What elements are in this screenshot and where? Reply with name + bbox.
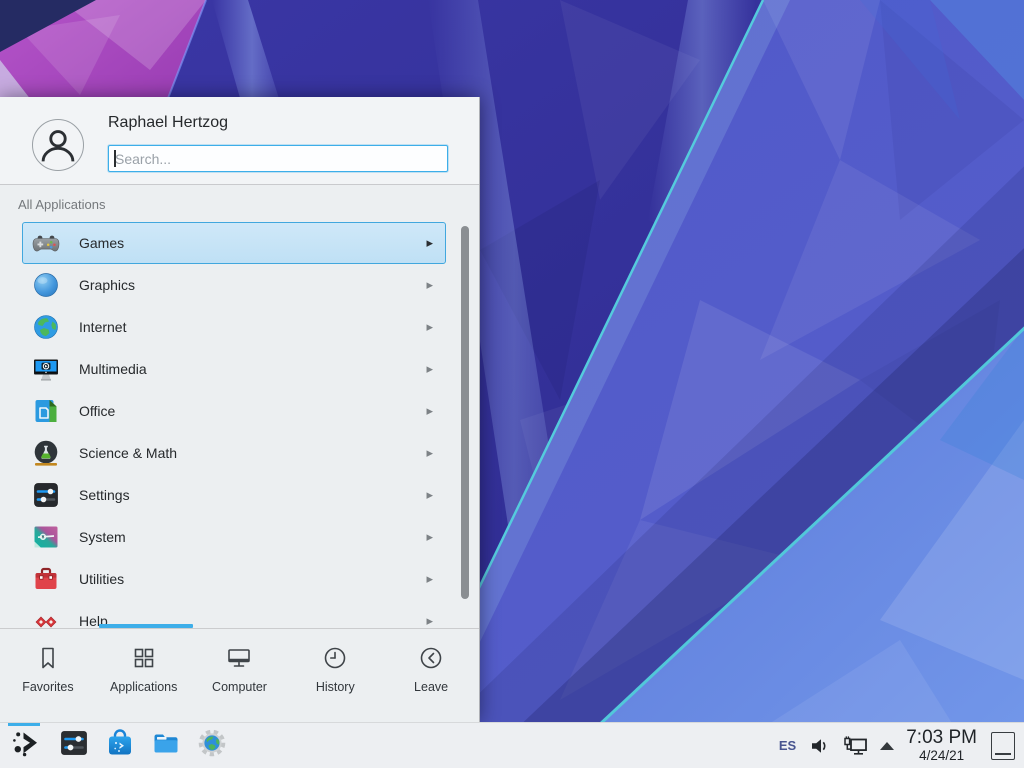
category-label: Games <box>79 235 426 251</box>
office-icon <box>32 397 60 425</box>
submenu-arrow-icon: ▸ <box>426 571 433 587</box>
category-item-system[interactable]: System ▸ <box>22 516 446 558</box>
clock[interactable]: 7:03 PM 4/24/21 <box>906 728 977 762</box>
list-scrollbar[interactable] <box>461 226 469 599</box>
system-settings-icon <box>59 728 89 763</box>
applications-icon <box>131 645 157 671</box>
category-label: Graphics <box>79 277 426 293</box>
category-item-games[interactable]: Games ▸ <box>22 222 446 264</box>
games-icon <box>32 229 60 257</box>
tab-label: History <box>316 680 355 694</box>
tab-history[interactable]: History <box>287 629 383 722</box>
category-label: Internet <box>79 319 426 335</box>
category-item-utilities[interactable]: Utilities ▸ <box>22 558 446 600</box>
taskbar-browser-button[interactable] <box>196 723 228 768</box>
tab-label: Favorites <box>22 680 73 694</box>
settings-icon <box>32 481 60 509</box>
user-name: Raphael Hertzog <box>108 114 228 132</box>
category-item-science-math[interactable]: Science & Math ▸ <box>22 432 446 474</box>
launcher-header: Raphael Hertzog <box>0 97 479 185</box>
show-desktop-line <box>995 753 1011 755</box>
science-icon <box>32 439 60 467</box>
discover-icon <box>105 728 135 763</box>
submenu-arrow-icon: ▸ <box>426 613 433 628</box>
tab-applications[interactable]: Applications <box>96 629 192 722</box>
category-label: Settings <box>79 487 426 503</box>
launcher-tab-bar: Favorites Applications <box>0 628 479 722</box>
taskbar-file-manager-button[interactable] <box>150 723 182 768</box>
computer-icon <box>226 645 252 671</box>
multimedia-icon <box>32 355 60 383</box>
system-icon <box>32 523 60 551</box>
keyboard-layout-indicator[interactable]: ES <box>779 738 796 753</box>
category-label: Utilities <box>79 571 426 587</box>
tab-leave[interactable]: Leave <box>383 629 479 722</box>
internet-icon <box>32 313 60 341</box>
tab-label: Computer <box>212 680 267 694</box>
category-item-multimedia[interactable]: Multimedia ▸ <box>22 348 446 390</box>
category-item-graphics[interactable]: Graphics ▸ <box>22 264 446 306</box>
favorites-icon <box>35 645 61 671</box>
taskbar-discover-button[interactable] <box>104 723 136 768</box>
clock-date: 4/24/21 <box>919 749 964 763</box>
tray-expander-arrow[interactable] <box>880 742 894 750</box>
kde-menu-icon <box>10 728 40 763</box>
tab-computer[interactable]: Computer <box>192 629 288 722</box>
category-item-help[interactable]: Help ▸ <box>22 600 446 628</box>
system-tray: ES 7:03 PM <box>779 723 1024 768</box>
active-task-indicator <box>8 723 40 726</box>
section-label-all-applications: All Applications <box>18 197 105 212</box>
dolphin-folder-icon <box>151 728 181 763</box>
category-label: Multimedia <box>79 361 426 377</box>
category-label: Office <box>79 403 426 419</box>
category-item-office[interactable]: Office ▸ <box>22 390 446 432</box>
utilities-icon <box>32 565 60 593</box>
taskbar-launcher-button[interactable] <box>6 723 44 768</box>
volume-icon[interactable] <box>809 735 831 757</box>
clock-time: 7:03 PM <box>906 728 977 747</box>
submenu-arrow-icon: ▸ <box>426 445 433 461</box>
leave-icon <box>418 645 444 671</box>
category-item-internet[interactable]: Internet ▸ <box>22 306 446 348</box>
help-icon <box>32 607 60 628</box>
show-desktop-button[interactable] <box>991 732 1015 760</box>
category-label: System <box>79 529 426 545</box>
tab-favorites[interactable]: Favorites <box>0 629 96 722</box>
history-icon <box>322 645 348 671</box>
tab-label: Applications <box>110 680 177 694</box>
submenu-arrow-icon: ▸ <box>426 403 433 419</box>
network-icon[interactable] <box>842 733 869 759</box>
user-avatar-icon[interactable] <box>32 119 84 171</box>
category-item-settings[interactable]: Settings ▸ <box>22 474 446 516</box>
tab-label: Leave <box>414 680 448 694</box>
submenu-arrow-icon: ▸ <box>426 235 433 251</box>
submenu-arrow-icon: ▸ <box>426 361 433 377</box>
desktop: Raphael Hertzog All Applications <box>0 0 1024 768</box>
category-list: Games ▸ Graphics ▸ <box>0 222 479 628</box>
text-caret <box>114 150 116 167</box>
konqueror-globe-gear-icon <box>197 728 227 763</box>
taskbar: ES 7:03 PM <box>0 722 1024 768</box>
graphics-icon <box>32 271 60 299</box>
submenu-arrow-icon: ▸ <box>426 487 433 503</box>
app-launcher-panel: Raphael Hertzog All Applications <box>0 97 480 722</box>
taskbar-system-settings-button[interactable] <box>58 723 90 768</box>
category-label: Science & Math <box>79 445 426 461</box>
submenu-arrow-icon: ▸ <box>426 529 433 545</box>
submenu-arrow-icon: ▸ <box>426 277 433 293</box>
search-input[interactable] <box>108 145 448 172</box>
submenu-arrow-icon: ▸ <box>426 319 433 335</box>
